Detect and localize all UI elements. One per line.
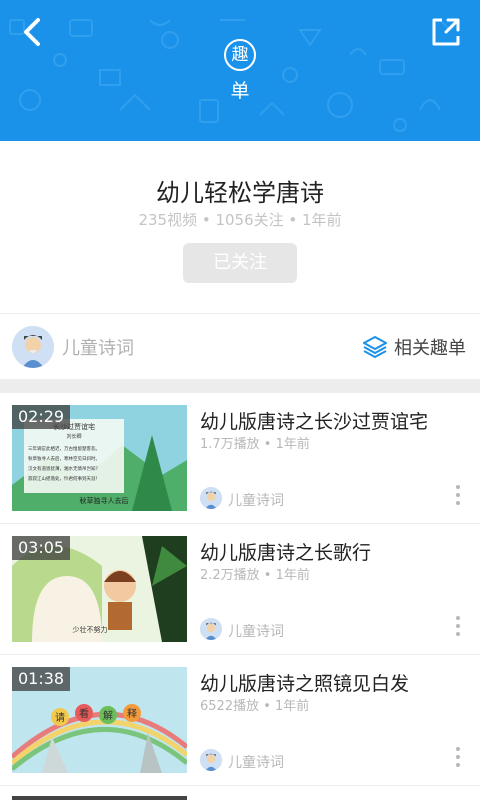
video-channel-avatar[interactable]: [200, 487, 222, 509]
follow-button[interactable]: 已关注: [183, 243, 297, 283]
video-channel-name[interactable]: 儿童诗词: [228, 490, 284, 510]
more-options-icon[interactable]: [454, 485, 462, 509]
thumb-poem-line: 三年谪宦此栖迟，万古惟留楚客悲。: [28, 445, 100, 452]
video-channel-avatar[interactable]: [200, 749, 222, 771]
video-title[interactable]: 幼儿版唐诗之长歌行: [200, 538, 371, 565]
header: 趣 单: [0, 0, 480, 141]
avatar-image: [200, 749, 222, 771]
logo-text: 单: [230, 80, 250, 102]
channel-row[interactable]: 儿童诗词 相关趣单: [0, 313, 480, 379]
playlist-info: 幼儿轻松学唐诗 235视频 • 1056关注 • 1年前 已关注: [0, 141, 480, 313]
logo-badge: 趣: [224, 39, 256, 71]
video-duration: 01:38: [12, 667, 71, 691]
playlist-title: 幼儿轻松学唐诗: [156, 179, 324, 207]
video-duration: 03:05: [12, 536, 71, 560]
video-duration: 02:29: [12, 405, 71, 429]
video-meta: 1.7万播放 • 1年前: [200, 437, 310, 452]
more-options-icon[interactable]: [454, 616, 462, 640]
video-channel-name[interactable]: 儿童诗词: [228, 621, 284, 641]
avatar-image: [200, 618, 222, 640]
video-title[interactable]: 幼儿版唐诗之长沙过贾谊宅: [200, 407, 428, 434]
video-item[interactable]: 请 看 解 释 01:38 幼儿版唐诗之照镜见白发 6522播放 • 1年前 儿…: [0, 655, 480, 786]
video-title[interactable]: 幼儿版唐诗之照镜见白发: [200, 669, 409, 696]
video-thumbnail[interactable]: 长沙过贾谊宅 刘长卿 三年谪宦此栖迟，万古惟留楚客悲。 秋草独寻人去后，寒林空见…: [12, 405, 187, 511]
thumb-poem-line: 秋草独寻人去后，寒林空见日斜时。: [28, 455, 100, 462]
thumb-poem-line: 寂寂江山摇落处，怜君何事到天涯！: [28, 475, 100, 482]
next-video-thumbnail-peek: [12, 796, 187, 800]
related-playlists-label: 相关趣单: [394, 338, 466, 359]
video-meta: 6522播放 • 1年前: [200, 699, 310, 714]
channel-name[interactable]: 儿童诗词: [62, 334, 134, 360]
thumb-caption: 秋草独寻人去后: [80, 496, 129, 505]
thumb-char: 看: [79, 707, 89, 720]
thumb-char: 请: [55, 711, 65, 724]
video-item[interactable]: 少壮不努力 03:05 幼儿版唐诗之长歌行 2.2万播放 • 1年前 儿童诗词: [0, 524, 480, 655]
video-item[interactable]: 长沙过贾谊宅 刘长卿 三年谪宦此栖迟，万古惟留楚客悲。 秋草独寻人去后，寒林空见…: [0, 393, 480, 524]
video-channel-name[interactable]: 儿童诗词: [228, 752, 284, 772]
video-channel-avatar[interactable]: [200, 618, 222, 640]
video-meta: 2.2万播放 • 1年前: [200, 568, 310, 583]
layers-icon: [363, 336, 387, 358]
share-button[interactable]: [426, 12, 466, 52]
playlist-meta: 235视频 • 1056关注 • 1年前: [138, 211, 342, 229]
channel-avatar[interactable]: [12, 326, 54, 368]
video-thumbnail[interactable]: 请 看 解 释 01:38: [12, 667, 187, 773]
thumb-poem-author: 刘长卿: [66, 433, 81, 440]
thumb-char: 解: [103, 709, 113, 722]
thumb-caption: 少壮不努力: [73, 625, 108, 634]
thumb-char: 释: [127, 707, 137, 720]
more-options-icon[interactable]: [454, 747, 462, 771]
section-divider: [0, 379, 480, 393]
back-button[interactable]: [14, 12, 54, 52]
thumb-poem-line: 汉文有道恩犹薄，湘水无情吊岂知？: [28, 465, 100, 472]
avatar-image: [200, 487, 222, 509]
avatar-image: [12, 326, 54, 368]
video-thumbnail[interactable]: 少壮不努力 03:05: [12, 536, 187, 642]
related-playlists-button[interactable]: 相关趣单: [362, 333, 466, 361]
